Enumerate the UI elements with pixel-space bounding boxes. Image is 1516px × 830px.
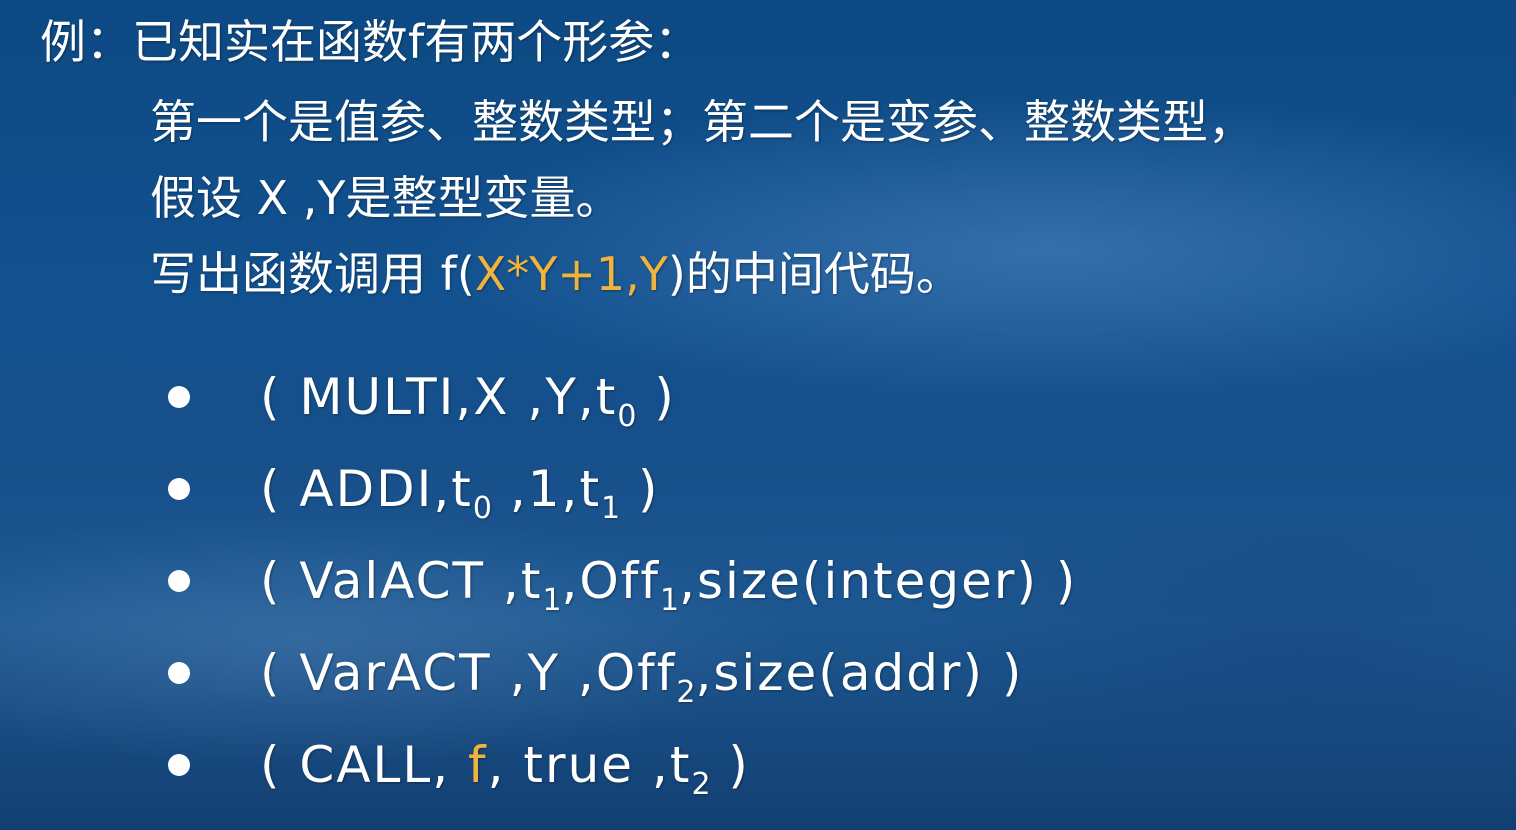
- list-item-multi: ( MULTI,X ,Y,t0 ): [160, 362, 1077, 454]
- task-statement-suffix: )的中间代码。: [667, 247, 962, 301]
- code-text: ( MULTI,X ,Y,t: [260, 368, 618, 426]
- bullet-icon: [168, 661, 190, 684]
- code-text: ): [620, 460, 660, 518]
- parameter-description: 第一个是值参、整数类型；第二个是变参、整数类型，: [150, 95, 1254, 149]
- example-title: 例：已知实在函数f有两个形参：: [40, 15, 701, 69]
- task-statement-arguments: X*Y+1,Y: [474, 247, 668, 301]
- code-subscript: 0: [472, 491, 492, 526]
- code-text: ( ADDI,t: [260, 460, 473, 518]
- code-text: ,size(addr) ): [695, 644, 1024, 702]
- code-text: , true ,t: [487, 736, 692, 794]
- task-statement: 写出函数调用 f(X*Y+1,Y)的中间代码。: [150, 244, 962, 304]
- list-item-valact: ( ValACT ,t1,Off1,size(integer) ): [160, 546, 1077, 638]
- slide: 例：已知实在函数f有两个形参： 第一个是值参、整数类型；第二个是变参、整数类型，…: [0, 0, 1516, 830]
- bullet-icon: [168, 477, 190, 500]
- code-subscript: 2: [676, 675, 696, 710]
- code-subscript: 1: [601, 491, 621, 526]
- code-function-name: f: [468, 736, 488, 794]
- list-item-call: ( CALL, f, true ,t2 ): [160, 730, 1077, 822]
- code-subscript: 0: [617, 399, 637, 434]
- code-text: ,Off: [561, 552, 660, 610]
- list-item-varact: ( VarACT ,Y ,Off2,size(addr) ): [160, 638, 1077, 730]
- code-text: ( VarACT ,Y ,Off: [260, 644, 677, 702]
- intermediate-code-list: ( MULTI,X ,Y,t0 ) ( ADDI,t0 ,1,t1 ) ( Va…: [160, 362, 1077, 822]
- code-subscript: 1: [660, 583, 680, 618]
- bullet-icon: [168, 385, 190, 408]
- task-statement-prefix: 写出函数调用 f(: [150, 247, 475, 301]
- code-subscript: 2: [691, 767, 711, 802]
- bullet-icon: [168, 569, 190, 592]
- code-text: ): [636, 368, 676, 426]
- code-text: ,size(integer) ): [679, 552, 1078, 610]
- code-text: ,1,t: [491, 460, 602, 518]
- code-text: ( ValACT ,t: [260, 552, 543, 610]
- variable-assumption: 假设 X ,Y是整型变量。: [150, 171, 622, 225]
- code-text: ( CALL,: [260, 736, 469, 794]
- list-item-addi: ( ADDI,t0 ,1,t1 ): [160, 454, 1077, 546]
- code-subscript: 1: [542, 583, 562, 618]
- code-text: ): [710, 736, 750, 794]
- bullet-icon: [168, 753, 190, 776]
